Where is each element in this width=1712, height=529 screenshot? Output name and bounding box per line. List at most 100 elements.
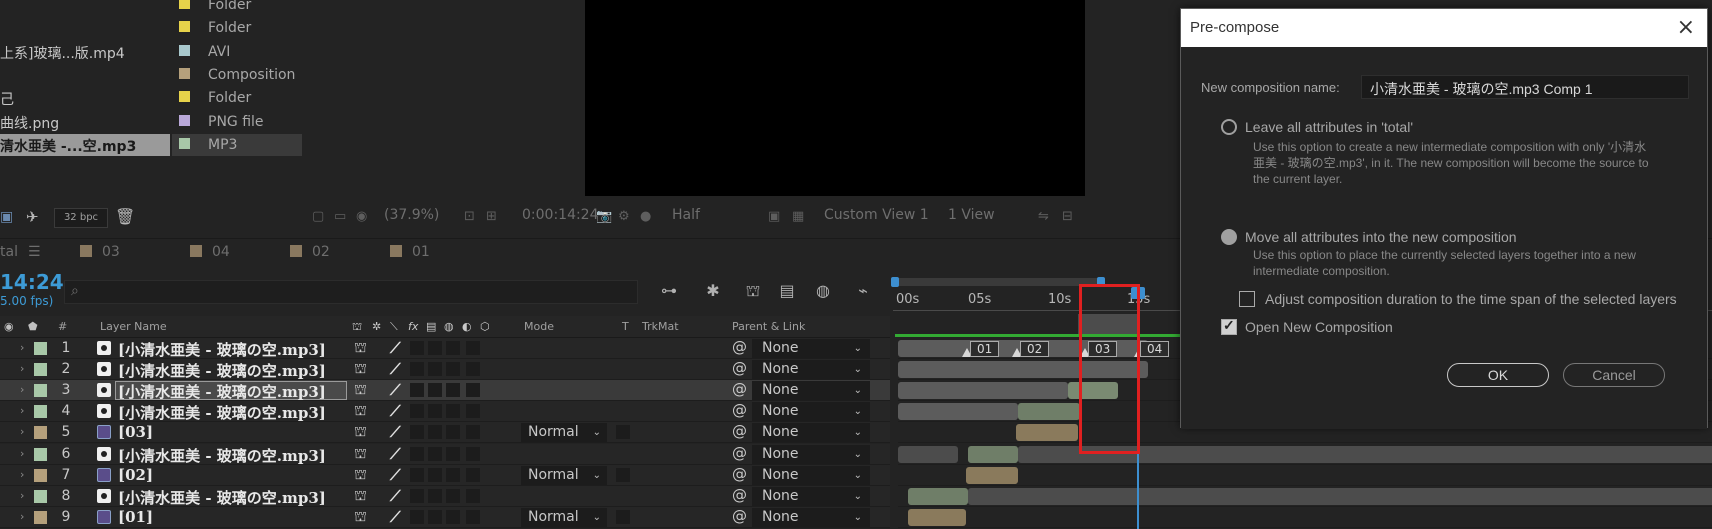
tab-01[interactable]: 01 [390, 244, 430, 264]
toggle-view-icon[interactable]: ⇋ [1038, 209, 1054, 224]
label-color-swatch[interactable] [34, 447, 47, 461]
color-channel-icon[interactable]: ● [640, 209, 656, 224]
switch-box[interactable] [428, 467, 442, 482]
layer-name[interactable]: [02] [118, 466, 153, 484]
layer-row[interactable]: › 3 [小清水亜美 - 玻璃の空.mp3] ⛫ ⟋ @ None ⌄ [0, 380, 890, 402]
label-color-swatch[interactable] [179, 21, 190, 33]
switch-box[interactable] [446, 341, 460, 355]
parent-dropdown[interactable]: None ⌄ [752, 486, 870, 506]
adjust-duration-checkbox[interactable] [1239, 291, 1255, 307]
label-color-swatch[interactable] [34, 468, 47, 482]
graph-editor-icon[interactable]: ⌁ [852, 281, 874, 301]
pick-whip-icon[interactable]: @ [732, 401, 747, 419]
reset-exposure-icon[interactable]: ⊟ [1062, 209, 1078, 224]
switch-box[interactable] [446, 404, 460, 419]
pick-whip-icon[interactable]: @ [732, 444, 747, 462]
expand-chevron-icon[interactable]: › [20, 341, 24, 354]
expand-chevron-icon[interactable]: › [20, 489, 24, 502]
shy-switch-icon[interactable]: ⛫ [354, 467, 367, 485]
vr-icon[interactable]: ◉ [356, 209, 372, 224]
switch-box[interactable] [446, 446, 460, 461]
hide-shy-layers-icon[interactable]: ⛫ [742, 281, 764, 301]
layer-duration-bar[interactable] [968, 487, 1712, 505]
trash-icon[interactable]: 🗑 [115, 207, 135, 226]
quality-switch-icon[interactable]: ⟋ [390, 360, 401, 378]
layer-duration-bar[interactable] [908, 487, 968, 505]
project-item[interactable]: Composition [0, 64, 300, 86]
work-area-bar[interactable] [895, 334, 1195, 337]
switch-box[interactable] [410, 404, 424, 419]
shy-switch-icon[interactable]: ⛫ [354, 488, 367, 506]
label-color-swatch[interactable] [179, 0, 190, 9]
layer-name[interactable]: [小清水亜美 - 玻璃の空.mp3] [118, 339, 326, 360]
adjust-duration-label[interactable]: Adjust composition duration to the time … [1265, 291, 1677, 307]
layer-duration-bar[interactable] [898, 403, 1018, 421]
tab-02[interactable]: 02 [290, 244, 330, 264]
safe-zones-icon[interactable]: ⊡ [464, 209, 480, 224]
tab-menu-icon[interactable]: ☰ [28, 244, 41, 260]
move-attributes-label[interactable]: Move all attributes into the new composi… [1245, 229, 1517, 245]
switch-box[interactable] [466, 383, 480, 398]
layer-row[interactable]: › 4 [小清水亜美 - 玻璃の空.mp3] ⛫ ⟋ @ None ⌄ [0, 401, 890, 423]
layer-duration-bar[interactable] [1016, 424, 1078, 442]
switch-box[interactable] [466, 509, 480, 524]
shy-switch-icon[interactable]: ⛫ [354, 361, 367, 379]
switch-box[interactable] [428, 404, 442, 419]
preserve-transparency-box[interactable] [616, 467, 630, 482]
layer-row[interactable]: › 6 [小清水亜美 - 玻璃の空.mp3] ⛫ ⟋ @ None ⌄ [0, 443, 890, 465]
col-trkmat[interactable]: TrkMat [642, 320, 679, 333]
quality-switch-icon[interactable]: ⟋ [390, 466, 401, 484]
layer-row[interactable]: › 2 [小清水亜美 - 玻璃の空.mp3] ⛫ ⟋ @ None ⌄ [0, 359, 890, 381]
comp-marker[interactable]: 02 [1020, 341, 1050, 357]
quality-switch-icon[interactable]: ⟋ [390, 339, 401, 357]
switch-box[interactable] [428, 509, 442, 524]
switch-box[interactable] [466, 341, 480, 355]
label-color-swatch[interactable] [34, 510, 47, 524]
label-color-swatch[interactable] [34, 489, 47, 503]
switch-box[interactable] [466, 425, 480, 440]
switch-box[interactable] [466, 467, 480, 482]
expand-chevron-icon[interactable]: › [20, 468, 24, 481]
preserve-transparency-box[interactable] [616, 509, 630, 524]
render-queue-icon[interactable]: ✈ [26, 208, 39, 226]
project-item[interactable]: 己 Folder [0, 87, 300, 109]
pick-whip-icon[interactable]: @ [732, 359, 747, 377]
shy-switch-icon[interactable]: ⛫ [354, 446, 367, 464]
quality-switch-icon[interactable]: ⟋ [390, 508, 401, 526]
label-color-swatch[interactable] [34, 384, 47, 398]
switch-box[interactable] [428, 488, 442, 503]
switch-box[interactable] [410, 467, 424, 482]
layer-duration-bar[interactable] [908, 508, 966, 526]
switch-box[interactable] [410, 425, 424, 440]
label-color-swatch[interactable] [34, 342, 47, 355]
time-navigator[interactable] [891, 277, 1105, 287]
project-item[interactable]: Folder [0, 0, 300, 16]
switch-box[interactable] [446, 467, 460, 482]
pick-whip-icon[interactable]: @ [732, 380, 747, 398]
show-snapshot-icon[interactable]: ⚙ [618, 209, 634, 224]
motion-blur-icon[interactable]: ◍ [812, 281, 834, 301]
parent-dropdown[interactable]: None ⌄ [752, 465, 870, 485]
grid-icon[interactable]: ⊞ [486, 209, 502, 224]
parent-dropdown[interactable]: None ⌄ [752, 339, 870, 358]
composition-canvas[interactable] [585, 0, 1085, 196]
quality-switch-icon[interactable]: ⟋ [390, 445, 401, 463]
layer-name[interactable]: [01] [118, 508, 153, 526]
layer-duration-bar[interactable] [968, 445, 1018, 463]
switch-box[interactable] [410, 362, 424, 377]
layer-name[interactable]: [03] [118, 423, 153, 441]
switch-box[interactable] [428, 446, 442, 461]
switch-box[interactable] [466, 488, 480, 503]
layer-track[interactable] [898, 444, 1712, 465]
label-icon[interactable]: ⬟ [28, 320, 38, 333]
blend-mode-dropdown[interactable]: Normal ⌄ [521, 507, 607, 527]
layer-duration-bar[interactable] [966, 466, 1018, 484]
composition-mini-flowchart-icon[interactable]: ⊶ [658, 281, 680, 301]
layer-row[interactable]: › 5 [03] ⛫ ⟋ Normal ⌄ @ None ⌄ [0, 422, 890, 444]
shy-switch-icon[interactable]: ⛫ [354, 403, 367, 421]
quality-switch-icon[interactable]: ⟋ [390, 381, 401, 399]
pick-whip-icon[interactable]: @ [732, 465, 747, 483]
expand-chevron-icon[interactable]: › [20, 510, 24, 523]
switch-box[interactable] [428, 425, 442, 440]
always-preview-icon[interactable]: ▢ [312, 209, 328, 224]
